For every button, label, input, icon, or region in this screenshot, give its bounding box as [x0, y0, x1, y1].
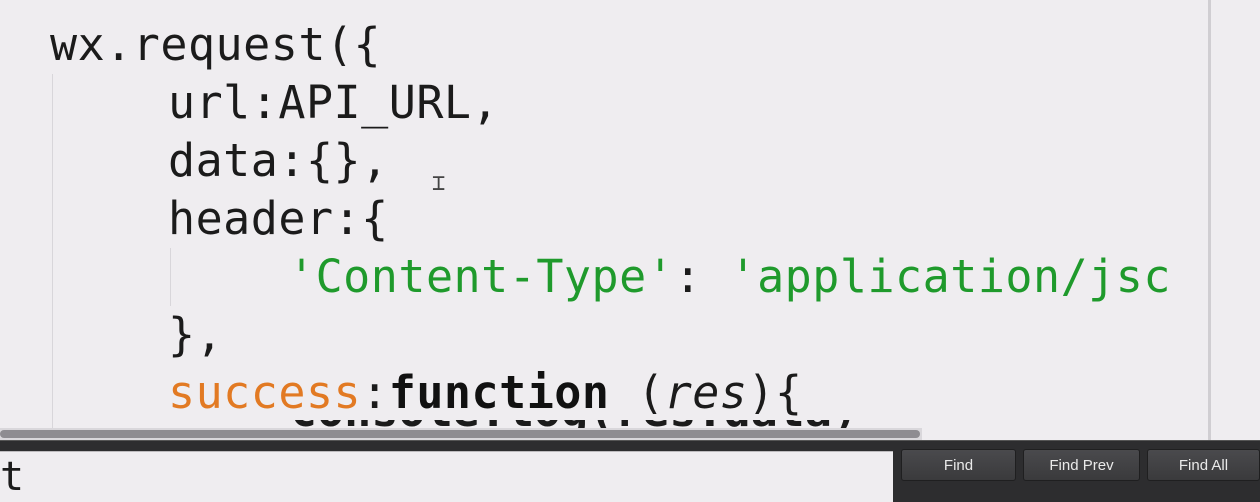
code-line-1: wx.request({ — [50, 18, 382, 71]
colon-separator: : — [361, 366, 389, 419]
text-cursor-icon: ⌶ — [432, 171, 446, 196]
code-editor[interactable]: wx.request({ url:API_URL, data:{}, heade… — [0, 0, 1210, 440]
find-button[interactable]: Find — [901, 449, 1016, 481]
find-input[interactable]: t — [0, 451, 893, 502]
open-paren: ( — [609, 366, 665, 419]
find-prev-button[interactable]: Find Prev — [1023, 449, 1140, 481]
colon-separator: : — [674, 250, 730, 303]
horizontal-scrollbar[interactable] — [0, 428, 922, 440]
find-bar: t Find Find Prev Find All — [0, 440, 1260, 502]
vertical-scrollbar-track[interactable] — [1208, 0, 1260, 440]
horizontal-scrollbar-thumb[interactable] — [0, 430, 920, 438]
code-line-7: success:function (res){ — [168, 364, 803, 422]
code-line-4: header:{ — [168, 192, 389, 245]
code-line-5: 'Content-Type': 'application/jsc — [288, 248, 1171, 306]
code-line-3: data:{}, — [168, 134, 389, 187]
indent-guide — [170, 248, 171, 306]
indent-guide — [52, 74, 53, 440]
code-line-2: url:API_URL, — [168, 76, 500, 129]
string-key: 'Content-Type' — [288, 250, 675, 303]
success-key: success — [168, 366, 362, 419]
string-value: 'application/jsc — [729, 250, 1171, 303]
param-res: res — [664, 366, 748, 419]
code-line-6: }, — [168, 308, 224, 361]
find-all-button[interactable]: Find All — [1147, 449, 1260, 481]
close-paren-brace: ){ — [747, 366, 803, 419]
function-keyword: function — [388, 366, 610, 419]
